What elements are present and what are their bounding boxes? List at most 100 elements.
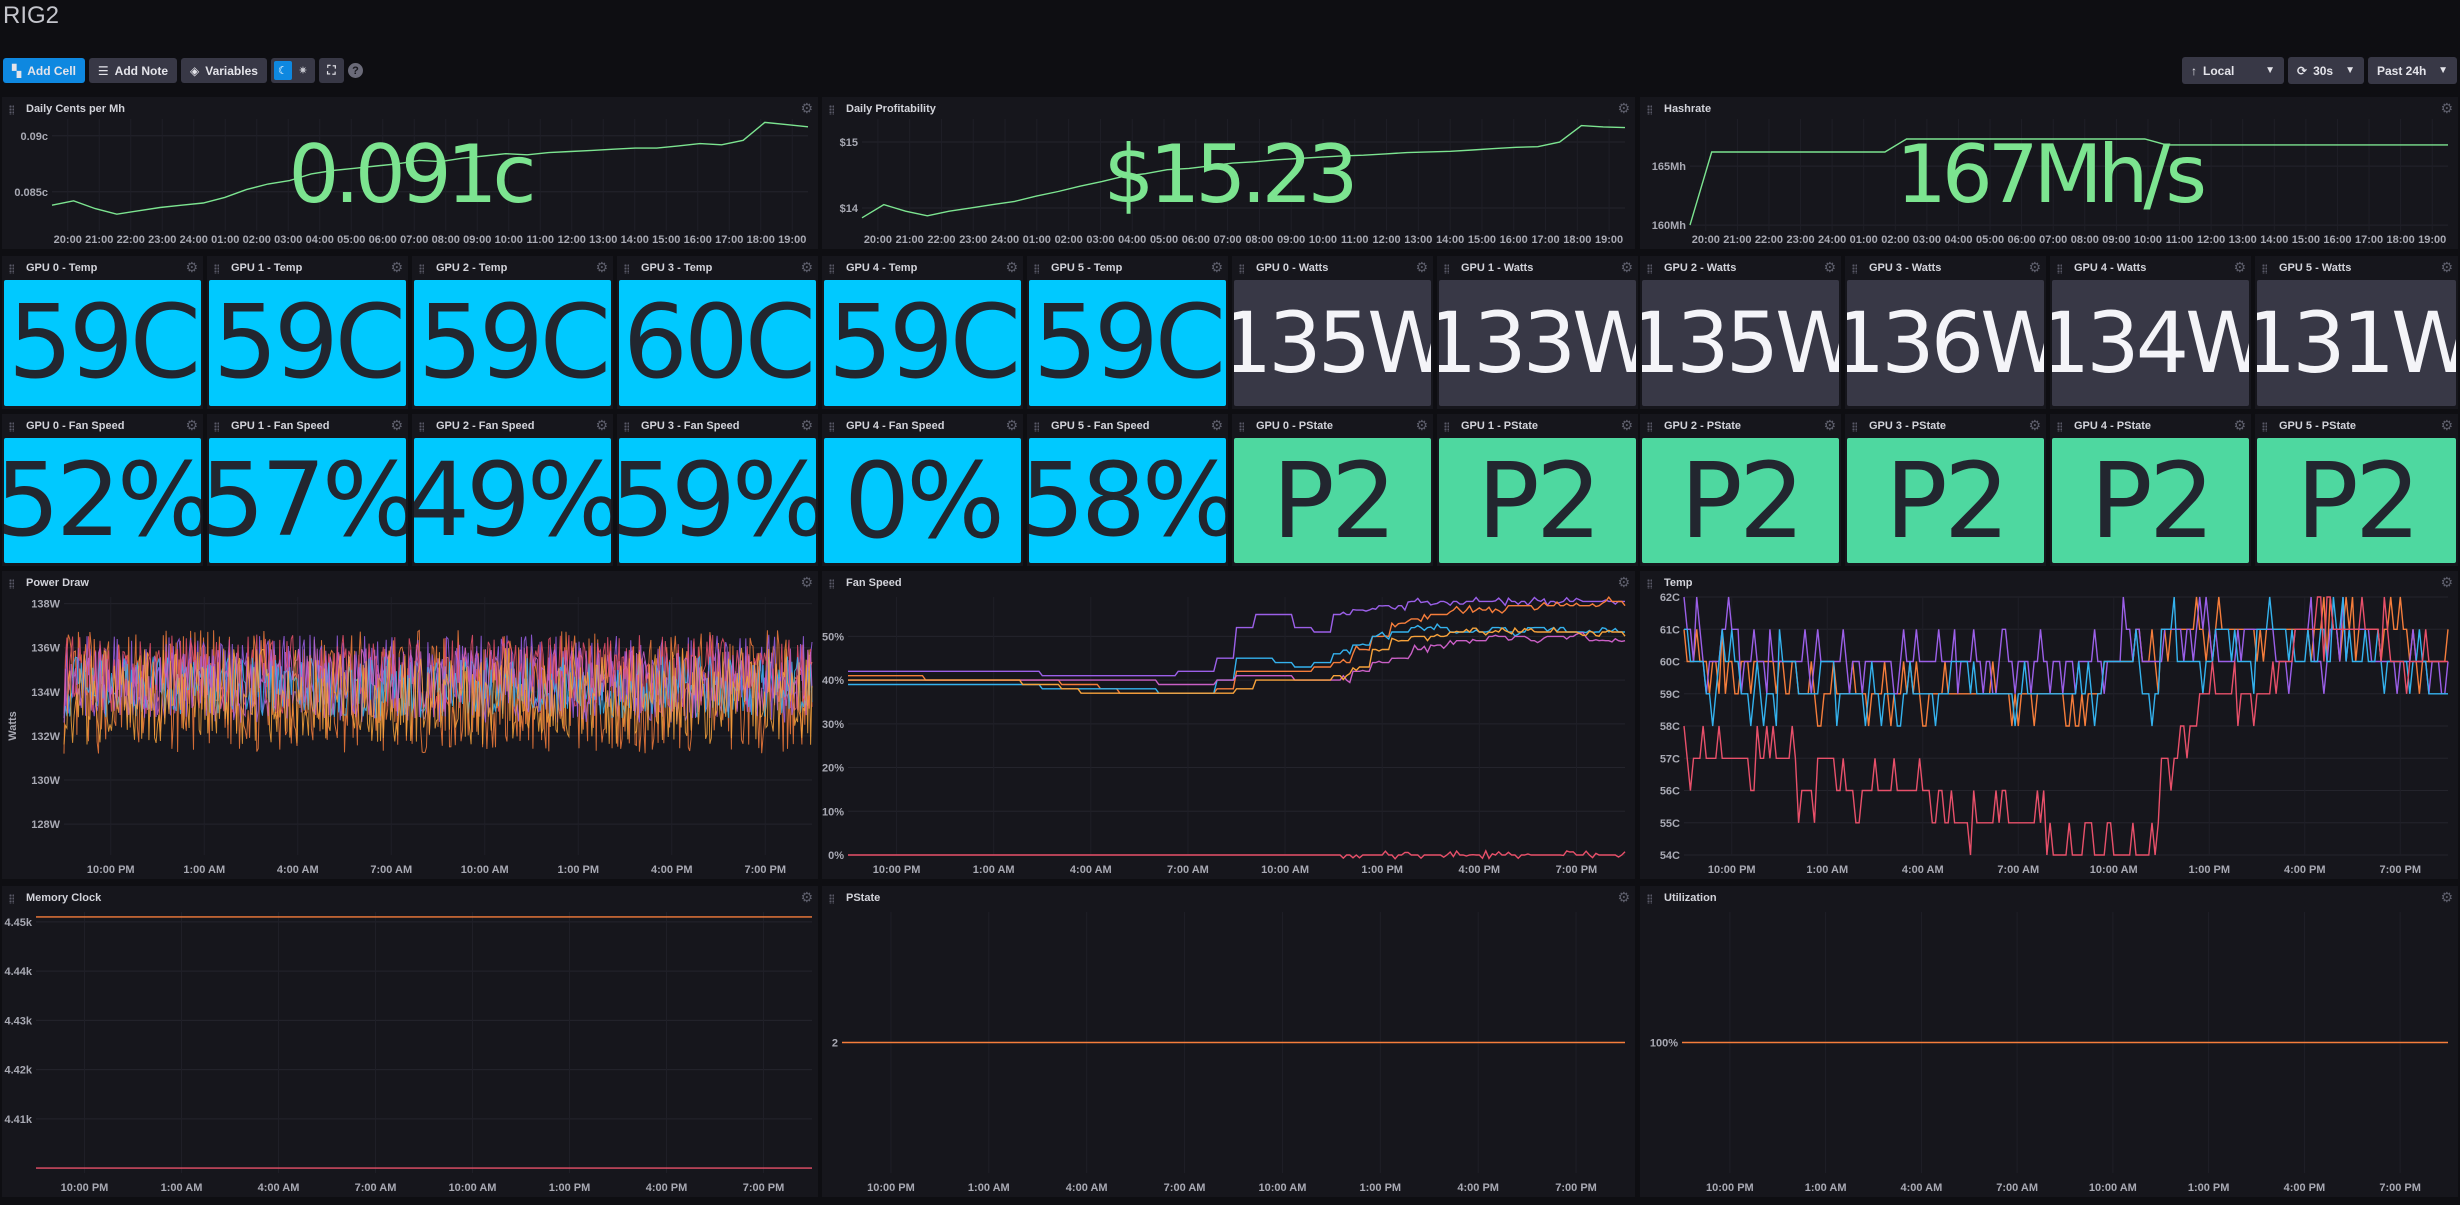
drag-handle[interactable] (9, 422, 14, 432)
cell-title: GPU 5 - Watts (2279, 262, 2352, 274)
refresh-dropdown[interactable]: ⟳ 30s ▼ (2288, 57, 2364, 84)
gear-icon[interactable]: ⚙ (1415, 259, 1428, 276)
x-tick-label: 4:00 PM (651, 864, 693, 876)
drag-handle[interactable] (2057, 422, 2062, 432)
gear-icon[interactable]: ⚙ (2440, 417, 2453, 434)
cell-title: GPU 4 - Watts (2074, 262, 2147, 274)
gear-icon[interactable]: ⚙ (1620, 417, 1633, 434)
variables-label: Variables (205, 63, 258, 78)
x-tick-label: 23:00 (959, 234, 987, 246)
cell-title: GPU 3 - Watts (1869, 262, 1942, 274)
timezone-dropdown[interactable]: ↑ Local ▼ (2182, 57, 2284, 84)
gear-icon[interactable]: ⚙ (800, 259, 813, 276)
drag-handle[interactable] (1444, 422, 1449, 432)
daily-profitability-cell: Daily Profitability ⚙ $15 $14 20:00 21:00 22… (822, 97, 1635, 249)
gear-icon[interactable]: ⚙ (2028, 417, 2041, 434)
drag-handle[interactable] (2262, 264, 2267, 274)
presentation-mode-button[interactable]: ⛶ (318, 58, 344, 83)
sun-icon[interactable]: ✷ (294, 61, 312, 80)
stat-value: P2 (1272, 439, 1397, 562)
gear-icon[interactable]: ⚙ (1620, 259, 1633, 276)
x-tick-label: 03:00 (1086, 234, 1114, 246)
gpu-stat-tile: GPU 0 - PState ⚙ P2 (1232, 414, 1433, 566)
drag-handle[interactable] (2262, 422, 2267, 432)
drag-handle[interactable] (1239, 422, 1244, 432)
y-tick-label: 160Mh (1652, 220, 1687, 232)
stat-value: 59C (212, 283, 406, 402)
gear-icon[interactable]: ⚙ (1823, 417, 1836, 434)
y-tick-label: $14 (840, 203, 859, 215)
gear-icon[interactable]: ⚙ (1823, 259, 1836, 276)
gear-icon[interactable]: ⚙ (800, 417, 813, 434)
drag-handle[interactable] (214, 264, 219, 274)
gpu-stat-tile: GPU 5 - Fan Speed ⚙ 58% (1027, 414, 1228, 566)
drag-handle[interactable] (1852, 422, 1857, 432)
gear-icon[interactable]: ⚙ (390, 259, 403, 276)
y-tick-label: 60C (1660, 657, 1680, 669)
y-tick-label: 0.085c (14, 187, 48, 199)
gear-icon[interactable]: ⚙ (2233, 259, 2246, 276)
add-note-button[interactable]: ☰ Add Note (88, 58, 177, 83)
drag-handle[interactable] (419, 422, 424, 432)
gear-icon[interactable]: ⚙ (185, 417, 198, 434)
x-tick-label: 04:00 (306, 234, 334, 246)
gpu-stat-tile: GPU 0 - Watts ⚙ 135W (1232, 256, 1433, 409)
help-icon[interactable]: ? (347, 63, 363, 78)
x-tick-label: 16:00 (684, 234, 712, 246)
gpu-stat-tile: GPU 4 - Watts ⚙ 134W (2050, 256, 2251, 409)
cell-title: GPU 5 - Temp (1051, 262, 1123, 274)
y-tick-label: 50% (822, 631, 844, 643)
cell-title: GPU 2 - Watts (1664, 262, 1737, 274)
add-cell-button[interactable]: ▚ Add Cell (3, 58, 85, 83)
drag-handle[interactable] (1852, 264, 1857, 274)
gear-icon[interactable]: ⚙ (1005, 417, 1018, 434)
y-tick-label: 136W (31, 643, 60, 655)
x-tick-label: 09:00 (2102, 234, 2130, 246)
x-tick-label: 21:00 (896, 234, 924, 246)
stat-value: 135W (1642, 294, 1839, 392)
drag-handle[interactable] (1034, 422, 1039, 432)
drag-handle[interactable] (9, 264, 14, 274)
x-tick-label: 7:00 AM (1996, 1182, 2038, 1194)
gear-icon[interactable]: ⚙ (1210, 417, 1223, 434)
y-tick-label: 4.45k (4, 917, 32, 929)
gpu-stat-tile: GPU 3 - Fan Speed ⚙ 59% (617, 414, 818, 566)
x-tick-label: 21:00 (85, 234, 113, 246)
drag-handle[interactable] (1034, 264, 1039, 274)
theme-toggle[interactable]: ☾ ✷ (270, 58, 315, 83)
gear-icon[interactable]: ⚙ (390, 417, 403, 434)
stat-box: P2 (1642, 438, 1839, 563)
x-tick-label: 19:00 (2418, 234, 2446, 246)
drag-handle[interactable] (1647, 422, 1652, 432)
drag-handle[interactable] (829, 264, 834, 274)
gear-icon[interactable]: ⚙ (1210, 259, 1223, 276)
variables-button[interactable]: ◈ Variables (181, 58, 267, 83)
gear-icon[interactable]: ⚙ (2028, 259, 2041, 276)
drag-handle[interactable] (829, 422, 834, 432)
drag-handle[interactable] (624, 422, 629, 432)
drag-handle[interactable] (214, 422, 219, 432)
x-tick-label: 4:00 AM (277, 864, 319, 876)
drag-handle[interactable] (2057, 264, 2062, 274)
stat-value: 59C (827, 283, 1021, 402)
gpu-stat-tile: GPU 3 - Temp ⚙ 60C (617, 256, 818, 409)
gear-icon[interactable]: ⚙ (2440, 259, 2453, 276)
moon-icon[interactable]: ☾ (273, 61, 292, 80)
stat-value: P2 (2296, 439, 2421, 562)
drag-handle[interactable] (1647, 264, 1652, 274)
time-range-dropdown[interactable]: Past 24h ▼ (2368, 57, 2457, 84)
gear-icon[interactable]: ⚙ (1005, 259, 1018, 276)
x-tick-label: 08:00 (1245, 234, 1273, 246)
gear-icon[interactable]: ⚙ (185, 259, 198, 276)
drag-handle[interactable] (624, 264, 629, 274)
drag-handle[interactable] (1444, 264, 1449, 274)
gear-icon[interactable]: ⚙ (2233, 417, 2246, 434)
gear-icon[interactable]: ⚙ (1415, 417, 1428, 434)
drag-handle[interactable] (1239, 264, 1244, 274)
stat-box: P2 (1439, 438, 1636, 563)
x-tick-label: 1:00 AM (1806, 864, 1848, 876)
drag-handle[interactable] (419, 264, 424, 274)
x-tick-label: 11:00 (1341, 234, 1369, 246)
gear-icon[interactable]: ⚙ (595, 417, 608, 434)
gear-icon[interactable]: ⚙ (595, 259, 608, 276)
